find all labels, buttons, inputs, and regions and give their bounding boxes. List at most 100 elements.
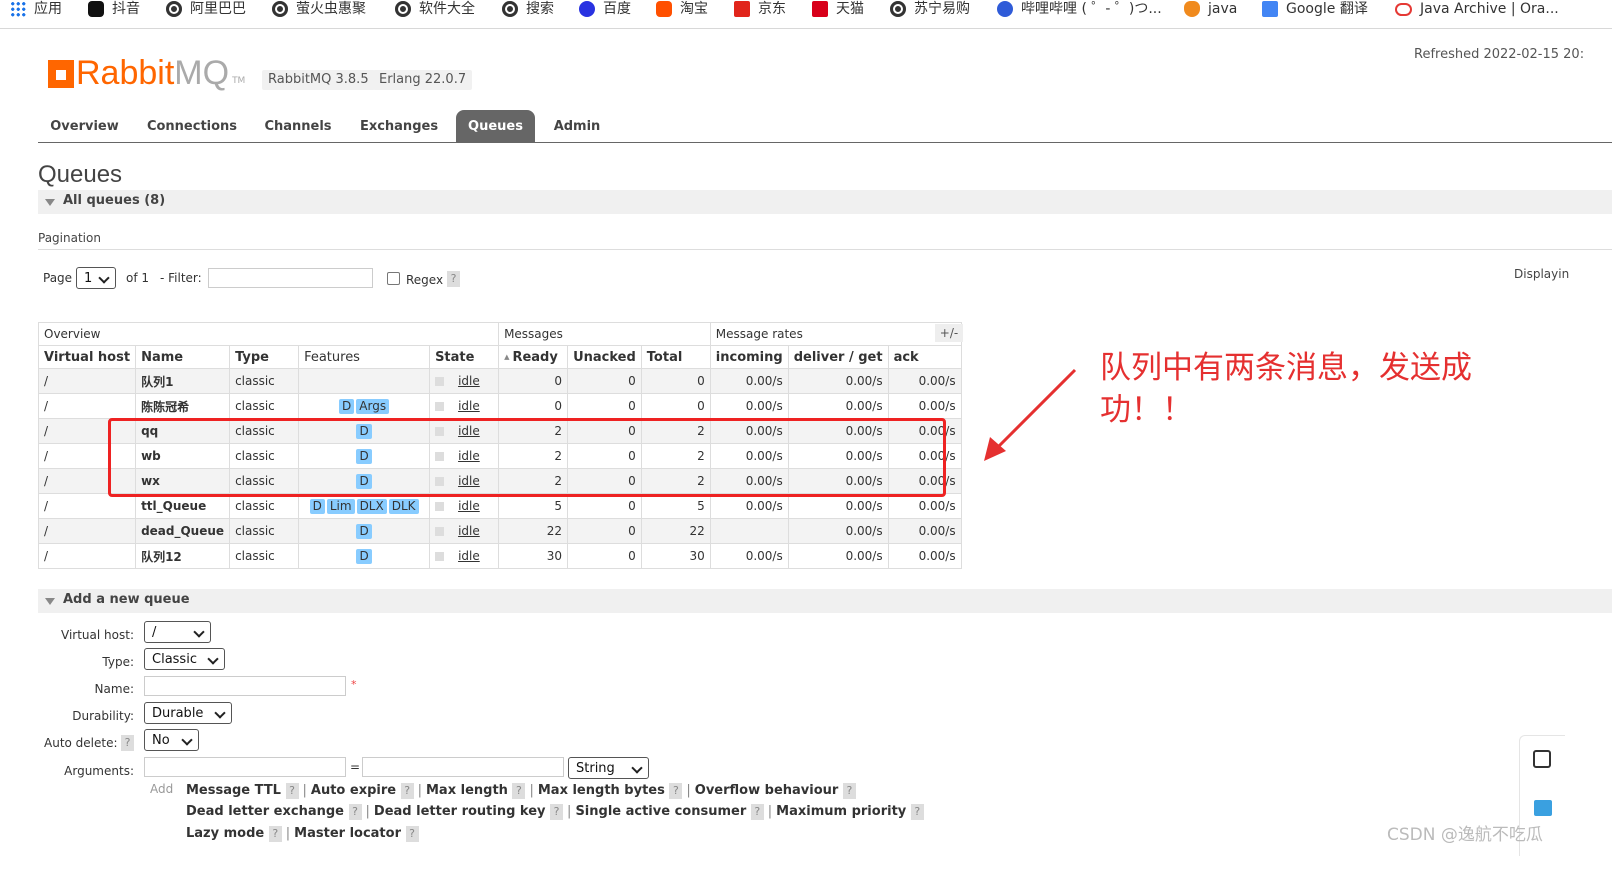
regex-help-icon[interactable]: ? xyxy=(447,271,460,287)
argument-help-icon[interactable]: ? xyxy=(750,804,764,820)
argument-help-icon[interactable]: ? xyxy=(285,783,299,799)
auto-delete-select[interactable]: No xyxy=(144,729,199,751)
state-label[interactable]: idle xyxy=(458,499,480,513)
feature-badge[interactable]: D xyxy=(309,498,325,514)
screen-share-icon[interactable] xyxy=(1534,800,1552,816)
bookmark-item[interactable]: Google 翻译 xyxy=(1262,0,1368,18)
argument-shortcut-link[interactable]: Master locator xyxy=(294,826,401,841)
cell-queue-name[interactable]: ttl_Queue xyxy=(135,493,231,519)
bookmark-item[interactable]: 淘宝 xyxy=(656,0,708,18)
tab-exchanges[interactable]: Exchanges xyxy=(348,110,450,142)
argument-help-icon[interactable]: ? xyxy=(348,804,362,820)
bookmark-item[interactable]: 哔哩哔哩 ( ゜- ゜)つ... xyxy=(997,0,1162,18)
type-select[interactable]: Classic xyxy=(144,648,225,670)
state-label[interactable]: idle xyxy=(458,374,480,388)
tab-connections[interactable]: Connections xyxy=(135,110,249,142)
main-nav-tabs: Overview Connections Channels Exchanges … xyxy=(38,110,1612,143)
col-unacked[interactable]: Unacked xyxy=(567,345,642,369)
bookmark-item[interactable]: java xyxy=(1184,0,1237,18)
col-type[interactable]: Type xyxy=(229,345,300,369)
argument-help-icon[interactable]: ? xyxy=(405,826,419,842)
durability-select[interactable]: Durable xyxy=(144,702,232,724)
argument-help-icon[interactable]: ? xyxy=(512,783,526,799)
argument-help-icon[interactable]: ? xyxy=(550,804,564,820)
columns-toggle-button[interactable]: +/- xyxy=(935,324,963,342)
argument-help-icon[interactable]: ? xyxy=(669,783,683,799)
all-queues-toggle[interactable]: All queues (8) xyxy=(38,190,1612,214)
argument-shortcut-link[interactable]: Max length xyxy=(426,783,508,798)
feature-badge[interactable]: Args xyxy=(356,398,390,414)
tab-overview[interactable]: Overview xyxy=(38,110,131,142)
collapse-triangle-icon xyxy=(45,598,55,605)
state-label[interactable]: idle xyxy=(458,524,480,538)
col-total[interactable]: Total xyxy=(640,345,711,369)
argument-shortcut-link[interactable]: Auto expire xyxy=(311,783,396,798)
bookmark-item[interactable]: 应用 xyxy=(10,0,62,18)
collapse-triangle-icon xyxy=(45,199,55,206)
cell-queue-name[interactable]: 队列12 xyxy=(135,543,231,569)
cell-features: D Args xyxy=(298,393,431,419)
col-virtual-host[interactable]: Virtual host xyxy=(37,345,137,369)
screenshot-icon[interactable] xyxy=(1533,750,1551,768)
argument-help-icon[interactable]: ? xyxy=(400,783,414,799)
cell-features: D Lim DLX DLK xyxy=(298,493,431,519)
argument-help-icon[interactable]: ? xyxy=(842,783,856,799)
argument-shortcut-link[interactable]: Single active consumer xyxy=(575,804,746,819)
argument-shortcut-link[interactable]: Maximum priority xyxy=(776,804,906,819)
feature-badge[interactable]: D xyxy=(356,523,372,539)
rabbitmq-logo[interactable]: Rabbit MQ TM xyxy=(48,54,245,90)
state-label[interactable]: idle xyxy=(458,399,480,413)
feature-badge[interactable]: DLK xyxy=(388,498,419,514)
add-queue-toggle[interactable]: Add a new queue xyxy=(38,589,1612,613)
bookmark-item[interactable]: 软件大全 xyxy=(395,0,475,18)
bookmark-item[interactable]: 抖音 xyxy=(88,0,140,18)
state-label[interactable]: idle xyxy=(458,549,480,563)
page-select[interactable]: 1 xyxy=(76,267,116,289)
bookmark-item[interactable]: 萤火虫惠聚 xyxy=(272,0,366,18)
argument-shortcut-link[interactable]: Dead letter exchange xyxy=(186,804,344,819)
cell-unacked: 0 xyxy=(567,393,642,419)
argument-type-select[interactable]: String xyxy=(568,757,649,779)
argument-value-input[interactable] xyxy=(362,757,564,777)
cell-queue-name[interactable]: 陈陈冠希 xyxy=(135,393,231,419)
feature-badge[interactable]: D xyxy=(339,398,355,414)
col-incoming[interactable]: incoming xyxy=(709,345,789,369)
argument-key-input[interactable] xyxy=(144,757,346,777)
feature-badge[interactable]: Lim xyxy=(326,498,355,514)
regex-checkbox[interactable] xyxy=(387,272,400,285)
cell-queue-name[interactable]: dead_Queue xyxy=(135,518,231,544)
col-ack[interactable]: ack xyxy=(887,345,962,369)
bookmark-item[interactable]: 搜索 xyxy=(502,0,554,18)
argument-shortcut-link[interactable]: Max length bytes xyxy=(538,783,665,798)
col-features: Features xyxy=(298,345,431,369)
cell-queue-name[interactable]: 队列1 xyxy=(135,368,231,394)
virtual-host-select[interactable]: / xyxy=(144,621,211,643)
queue-name-input[interactable] xyxy=(144,676,346,696)
filter-input[interactable] xyxy=(208,268,373,288)
argument-shortcut-link[interactable]: Dead letter routing key xyxy=(374,804,546,819)
feature-badge[interactable]: D xyxy=(356,548,372,564)
col-deliver-get[interactable]: deliver / get xyxy=(787,345,889,369)
refreshed-timestamp[interactable]: Refreshed 2022-02-15 20: xyxy=(1414,47,1584,62)
bookmark-item[interactable]: 天猫 xyxy=(812,0,864,18)
cell-type: classic xyxy=(229,518,300,544)
bookmark-item[interactable]: 阿里巴巴 xyxy=(166,0,246,18)
col-state[interactable]: State xyxy=(429,345,500,369)
bookmark-item[interactable]: Java Archive | Ora... xyxy=(1395,0,1559,18)
feature-badge[interactable]: DLX xyxy=(356,498,387,514)
argument-shortcut-link[interactable]: Overflow behaviour xyxy=(695,783,839,798)
argument-shortcut-link[interactable]: Message TTL xyxy=(186,783,281,798)
argument-shortcut-link[interactable]: Lazy mode xyxy=(186,826,264,841)
bookmark-item[interactable]: 百度 xyxy=(579,0,631,18)
tab-channels[interactable]: Channels xyxy=(253,110,343,142)
argument-help-icon[interactable]: ? xyxy=(268,826,282,842)
argument-help-icon[interactable]: ? xyxy=(910,804,924,820)
col-ready[interactable]: ▲ Ready xyxy=(498,345,569,369)
cell-incoming: 0.00/s xyxy=(709,368,789,394)
tab-queues[interactable]: Queues xyxy=(456,110,535,142)
bookmark-item[interactable]: 苏宁易购 xyxy=(890,0,970,18)
bookmark-item[interactable]: 京东 xyxy=(734,0,786,18)
auto-delete-help-icon[interactable]: ? xyxy=(121,735,134,751)
col-name[interactable]: Name xyxy=(135,345,231,369)
tab-admin[interactable]: Admin xyxy=(540,110,614,142)
